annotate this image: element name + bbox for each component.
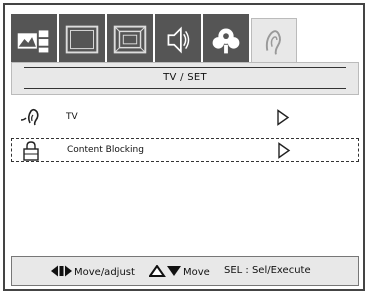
ear-icon bbox=[265, 30, 281, 55]
up-down-arrows-icon bbox=[148, 264, 181, 277]
menu-title-bar: TV / SET bbox=[11, 62, 359, 95]
zoom-frame-icon bbox=[113, 25, 147, 54]
help-move-adjust: Move/adjust bbox=[50, 265, 135, 278]
tab-tv-set[interactable] bbox=[251, 18, 297, 64]
chevron-right-icon bbox=[277, 109, 290, 126]
menu-item-content-blocking[interactable]: Content Blocking bbox=[11, 138, 359, 162]
help-move: Move bbox=[148, 264, 210, 278]
speaker-icon bbox=[167, 26, 190, 54]
page-title: TV / SET bbox=[163, 72, 207, 83]
menu-item-label: TV bbox=[66, 112, 78, 122]
title-rule-bottom bbox=[24, 88, 346, 89]
help-move-label: Move bbox=[183, 267, 210, 278]
picture-settings-icon bbox=[17, 30, 49, 53]
left-right-arrows-icon bbox=[51, 265, 72, 277]
tab-screen[interactable] bbox=[59, 14, 105, 66]
tab-network[interactable] bbox=[203, 14, 249, 66]
tab-picture[interactable] bbox=[11, 14, 57, 66]
help-select: SEL : Sel/Execute bbox=[224, 265, 311, 276]
screen-icon bbox=[65, 25, 99, 54]
title-rule-top bbox=[24, 67, 346, 68]
help-move-adjust-label: Move/adjust bbox=[74, 267, 135, 278]
tab-zoom[interactable] bbox=[107, 14, 153, 66]
satellite-icon bbox=[212, 28, 240, 54]
lock-icon bbox=[23, 141, 39, 161]
menu-item-tv[interactable]: TV bbox=[11, 106, 359, 130]
menu-item-label: Content Blocking bbox=[67, 145, 144, 155]
ear-icon bbox=[20, 108, 39, 126]
tab-audio[interactable] bbox=[155, 14, 201, 66]
chevron-right-icon bbox=[278, 142, 291, 159]
help-bar: Move/adjust Move SEL : Sel/Execute bbox=[11, 256, 359, 286]
